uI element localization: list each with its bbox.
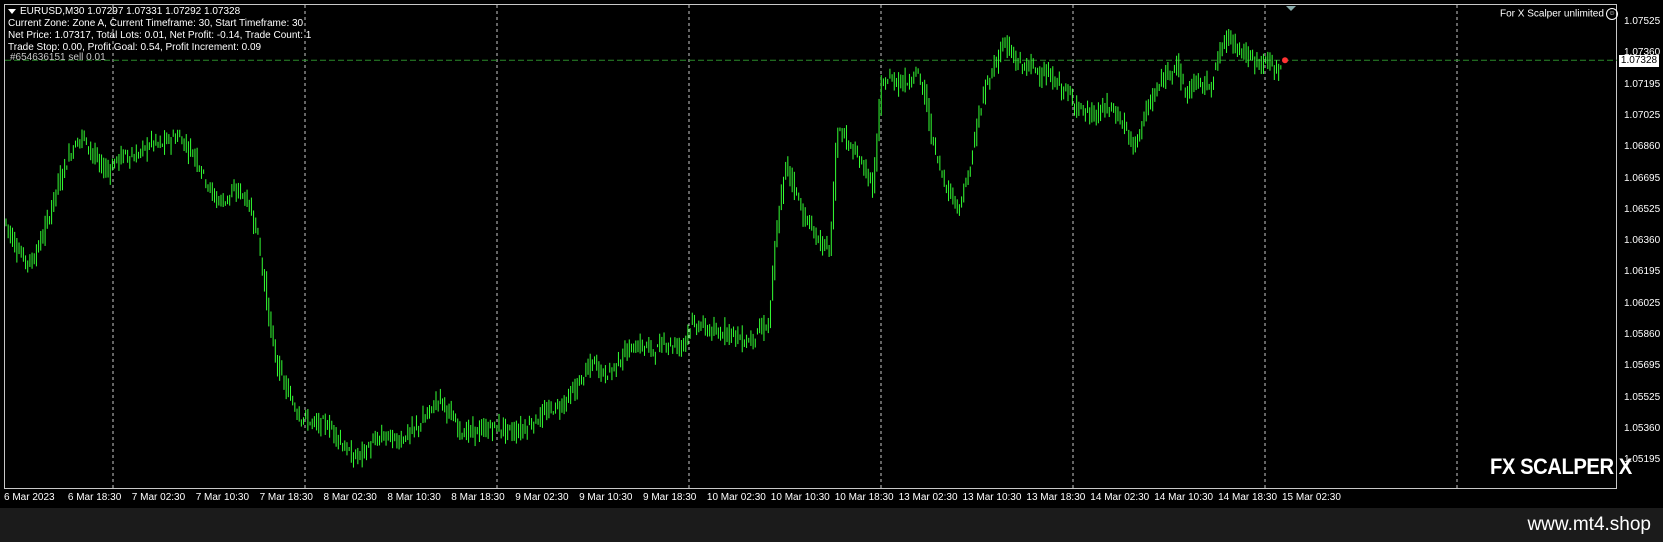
price-tick-label: 1.06025 [1624, 297, 1661, 309]
price-tick-label: 1.05695 [1624, 360, 1661, 372]
time-tick-label: 13 Mar 10:30 [962, 492, 1022, 503]
price-tick-label: 1.05525 [1624, 391, 1661, 403]
price-tick-label: 1.06695 [1624, 172, 1661, 184]
price-tick-label: 1.06525 [1624, 203, 1661, 215]
candlestick-chart[interactable] [0, 0, 1663, 508]
chart-window[interactable]: EURUSD,M30 1.07297 1.07331 1.07292 1.073… [0, 0, 1663, 508]
time-tick-label: 7 Mar 18:30 [259, 492, 313, 503]
time-tick-label: 15 Mar 02:30 [1282, 492, 1341, 503]
time-tick-label: 14 Mar 10:30 [1154, 492, 1214, 503]
price-tick-label: 1.07195 [1624, 78, 1661, 90]
collapse-triangle-icon[interactable] [8, 8, 16, 14]
fx-scalper-logo: FX SCALPER X [1490, 454, 1632, 479]
price-tick-label: 1.07525 [1624, 16, 1661, 27]
time-tick-label: 8 Mar 18:30 [451, 492, 505, 503]
chart-shift-icon [1286, 6, 1296, 11]
current-price-tag: 1.07328 [1619, 55, 1659, 67]
time-tick-label: 9 Mar 10:30 [579, 492, 633, 503]
order-label: #654636151 sell 0.01 [10, 52, 106, 63]
time-tick-label: 7 Mar 10:30 [195, 492, 250, 503]
time-tick-label: 9 Mar 18:30 [643, 492, 697, 503]
time-tick-label: 13 Mar 02:30 [898, 492, 958, 503]
info-line-net: Net Price: 1.07317, Total Lots: 0.01, Ne… [8, 30, 312, 41]
symbol-header: EURUSD,M30 1.07297 1.07331 1.07292 1.073… [8, 6, 240, 18]
price-tick-label: 1.06195 [1624, 266, 1661, 278]
time-tick-label: 14 Mar 02:30 [1090, 492, 1150, 503]
time-tick-label: 6 Mar 18:30 [67, 492, 122, 503]
smiley-icon[interactable]: ☺ [1605, 8, 1618, 20]
time-tick-label: 9 Mar 02:30 [515, 492, 569, 503]
price-tick-label: 1.07025 [1624, 109, 1661, 121]
price-tick-label: 1.05860 [1624, 329, 1661, 340]
time-tick-label: 10 Mar 18:30 [834, 492, 894, 503]
time-tick-label: 7 Mar 02:30 [131, 492, 186, 503]
price-tick-label: 1.06360 [1624, 235, 1661, 247]
time-tick-label: 8 Mar 02:30 [323, 492, 377, 503]
time-tick-label: 10 Mar 02:30 [706, 492, 766, 503]
time-tick-label: 14 Mar 18:30 [1218, 492, 1278, 503]
order-marker-icon [1282, 57, 1288, 64]
price-tick-label: 1.05360 [1624, 422, 1661, 434]
ea-label-text: For X Scalper unlimited [1500, 8, 1604, 20]
time-tick-label: 6 Mar 2023 [4, 492, 55, 503]
time-tick-label: 10 Mar 10:30 [770, 492, 830, 503]
candles-group [5, 28, 1282, 468]
symbol-line: EURUSD,M30 1.07297 1.07331 1.07292 1.073… [20, 6, 241, 17]
time-tick-label: 8 Mar 10:30 [387, 492, 441, 503]
ea-label[interactable]: For X Scalper unlimited ☺ [1500, 8, 1618, 20]
price-tick-label: 1.06860 [1624, 141, 1661, 153]
info-line-zone: Current Zone: Zone A, Current Timeframe:… [8, 18, 304, 29]
footer-site[interactable]: www.mt4.shop [1527, 514, 1651, 536]
footer-bar: www.mt4.shop [0, 508, 1663, 542]
time-tick-label: 13 Mar 18:30 [1026, 492, 1086, 503]
